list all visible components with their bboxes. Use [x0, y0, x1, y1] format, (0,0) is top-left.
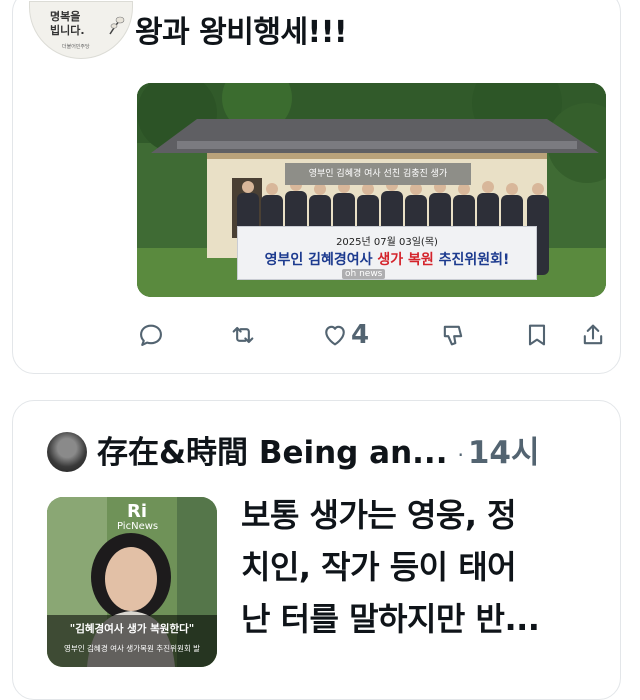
wall-sign: 영부인 김혜경 여사 선친 김충진 생가: [285, 163, 471, 185]
picnews-logo-text: PicNews: [117, 521, 159, 532]
repost-button[interactable]: [229, 317, 257, 353]
banner-text-b: 추진위원회!: [433, 252, 510, 268]
avatar-small-text: 더불어민주당: [62, 44, 90, 50]
tweet-text-line-3: 난 터를 말하지만 반...: [241, 600, 540, 638]
tweet-actions: 4: [13, 317, 620, 357]
reply-button[interactable]: [137, 317, 165, 353]
tweet-text-line-2: 치인, 작가 등이 태어: [241, 548, 517, 586]
thumbnail-caption: "김혜경여사 생가 복원한다": [69, 623, 195, 635]
repost-icon: [232, 326, 254, 344]
like-button[interactable]: 4: [321, 317, 369, 353]
tweet-header: 存在&時間 Being an... · 14시: [97, 433, 540, 475]
tweet-image[interactable]: 영부인 김혜경 여사 선친 김충진 생가 2025년 07월 03일(목) 영부…: [137, 83, 606, 297]
tweet-text: 왕과 왕비행세!!!: [135, 15, 348, 50]
image-watermark: oh news: [342, 269, 386, 279]
link-thumbnail[interactable]: Ri PicNews "김혜경여사 생가 복원한다" 영부인 김혜경 여사 생가…: [47, 497, 217, 667]
tweet-text: 보통 생가는 영웅, 정 치인, 작가 등이 태어 난 터를 말하지만 반...: [241, 489, 601, 645]
banner-text-a: 영부인 김혜경여사: [264, 252, 378, 268]
author-avatar[interactable]: 명복을 빕니다. 더불어민주당: [29, 1, 133, 59]
banner-main-text: 영부인 김혜경여사 생가 복원 추진위원회!: [238, 249, 536, 269]
grok-button[interactable]: [439, 317, 467, 353]
share-button[interactable]: [579, 317, 607, 353]
like-count: 4: [351, 320, 370, 350]
reply-icon: [140, 324, 162, 346]
avatar-text-line-2: 빕니다.: [50, 24, 85, 37]
post-time[interactable]: 14시: [468, 435, 540, 471]
heart-icon: [325, 325, 345, 346]
tweet-card-1[interactable]: 명복을 빕니다. 더불어민주당 왕과 왕비행세!!! 영부인 김혜경 여사 선친…: [12, 0, 621, 374]
photo-banner: 2025년 07월 03일(목) 영부인 김혜경여사 생가 복원 추진위원회!: [237, 226, 537, 280]
picnews-logo-mark: Ri: [127, 501, 148, 522]
thumbnail-subcaption: 영부인 김혜경 여사 생가복원 추진위원회 발: [63, 644, 201, 653]
author-avatar[interactable]: [47, 432, 87, 472]
author-name[interactable]: 存在&時間 Being an...: [97, 435, 447, 471]
flower-icon: [109, 16, 125, 35]
banner-text-red: 생가 복원: [377, 252, 434, 268]
banner-date: 2025년 07월 03일(목): [336, 237, 438, 248]
share-icon: [583, 324, 603, 345]
grok-icon: [443, 325, 463, 346]
bookmark-icon: [528, 324, 546, 346]
tweet-card-2[interactable]: 存在&時間 Being an... · 14시 Ri PicNews "김혜경여사 …: [12, 400, 621, 700]
bookmark-button[interactable]: [523, 317, 551, 353]
separator-dot: ·: [457, 442, 464, 467]
tweet-text-line-1: 보통 생가는 영웅, 정: [241, 496, 517, 534]
